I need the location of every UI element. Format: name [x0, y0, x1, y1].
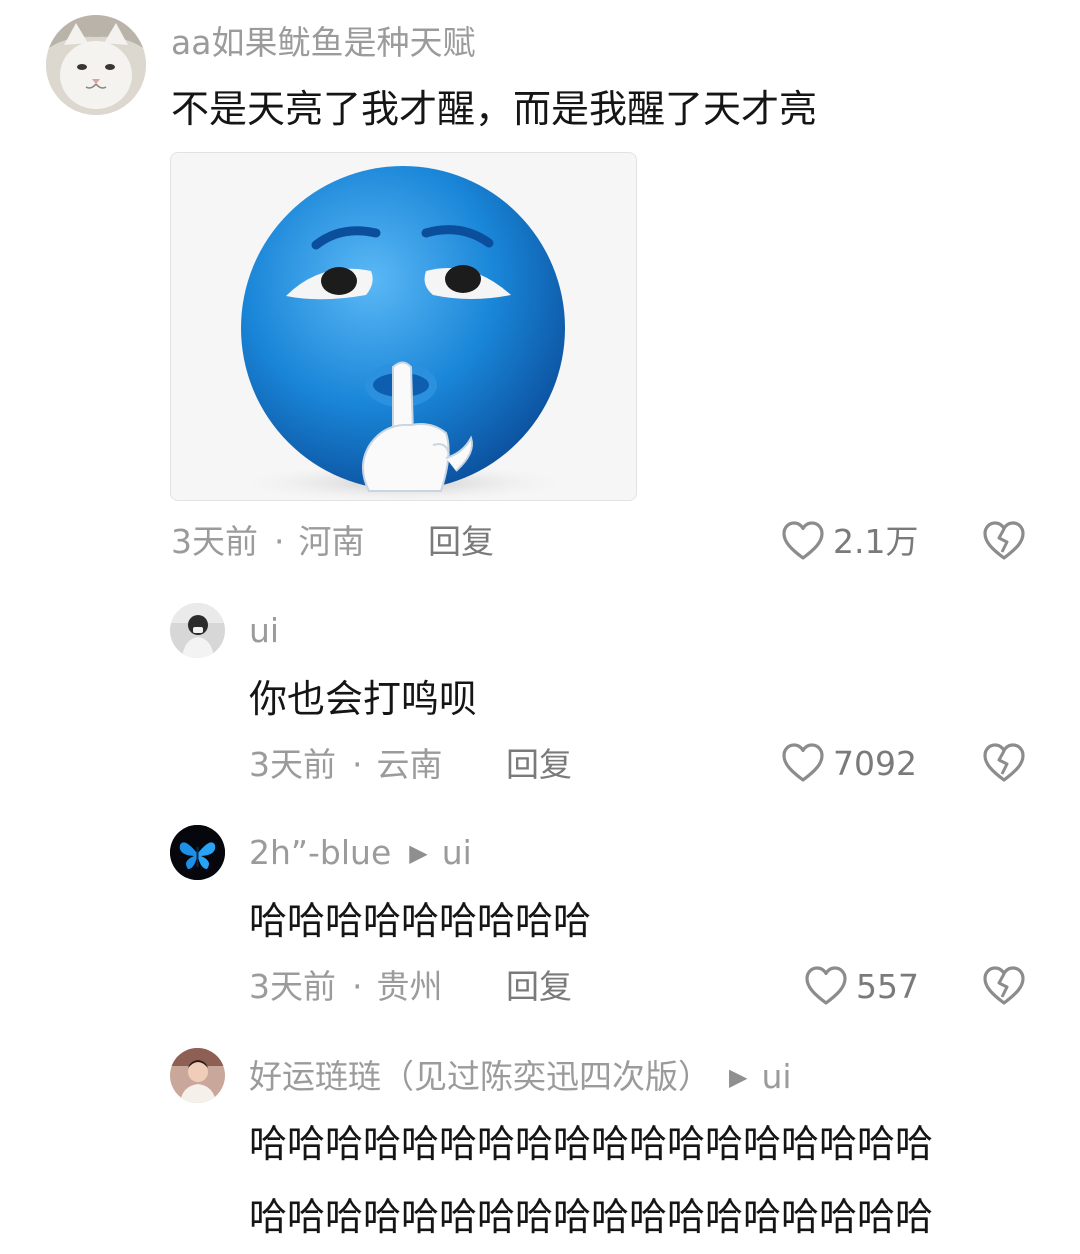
dislike-button[interactable]	[982, 520, 1026, 566]
avatar[interactable]	[170, 825, 225, 880]
comment-location: 贵州	[376, 967, 443, 1006]
comment-meta: 3天前 · 河南	[171, 525, 365, 558]
broken-heart-icon	[983, 743, 1025, 782]
comment-username[interactable]: 好运琏琏（见过陈奕迅四次版）	[249, 1057, 711, 1096]
comment-time: 3天前	[249, 967, 336, 1006]
cat-avatar-icon	[46, 15, 146, 115]
butterfly-avatar-icon	[170, 825, 225, 880]
comment-text: 不是天亮了我才醒，而是我醒了天才亮	[171, 87, 818, 131]
like-button[interactable]: 7092	[781, 742, 917, 784]
avatar[interactable]	[170, 603, 225, 658]
reply-arrow-icon: ▶	[729, 1063, 748, 1091]
comment-username-line: 2h”-blue ▶ ui	[249, 836, 472, 869]
comment-location: 云南	[376, 745, 443, 784]
comment-username[interactable]: 2h”-blue	[249, 833, 391, 872]
dislike-button[interactable]	[982, 965, 1026, 1011]
avatar[interactable]	[46, 15, 146, 115]
comment-username[interactable]: aa如果鱿鱼是种天赋	[171, 26, 475, 59]
comment-time: 3天前	[249, 745, 336, 784]
comment-location: 河南	[298, 522, 365, 561]
like-count: 2.1万	[833, 521, 919, 561]
blue-shush-emoji-icon	[171, 153, 636, 500]
reply-arrow-icon: ▶	[409, 839, 428, 867]
reply-button[interactable]: 回复	[506, 748, 572, 781]
dislike-button[interactable]	[982, 742, 1026, 788]
reply-button[interactable]: 回复	[506, 970, 572, 1003]
separator-dot: ·	[274, 522, 285, 561]
person-avatar-icon	[170, 603, 225, 658]
like-button[interactable]: 2.1万	[781, 520, 918, 562]
heart-icon	[782, 743, 824, 782]
comment-username-line: 好运琏琏（见过陈奕迅四次版） ▶ ui	[249, 1060, 792, 1093]
comment-meta: 3天前 · 贵州	[249, 970, 443, 1003]
reply-target-username[interactable]: ui	[442, 833, 472, 872]
reply-button[interactable]: 回复	[428, 525, 494, 558]
comment-text-line: 哈哈哈哈哈哈哈哈哈哈哈哈哈哈哈哈哈哈	[249, 1195, 934, 1239]
comment-text-line: 哈哈哈哈哈哈哈哈哈哈哈哈哈哈哈哈哈哈	[249, 1122, 934, 1166]
broken-heart-icon	[983, 966, 1025, 1005]
separator-dot: ·	[352, 745, 363, 784]
broken-heart-icon	[983, 521, 1025, 560]
separator-dot: ·	[352, 967, 363, 1006]
person-avatar-icon	[170, 1048, 225, 1103]
comment-text: 你也会打鸣呗	[249, 677, 478, 721]
comment-username[interactable]: ui	[249, 614, 279, 647]
like-count: 7092	[833, 743, 917, 783]
avatar[interactable]	[170, 1048, 225, 1103]
like-button[interactable]: 557	[804, 965, 919, 1007]
comment-time: 3天前	[171, 522, 258, 561]
comment-text: 哈哈哈哈哈哈哈哈哈	[249, 899, 592, 943]
comment-meta: 3天前 · 云南	[249, 748, 443, 781]
heart-icon	[805, 966, 847, 1005]
like-count: 557	[856, 966, 919, 1006]
reply-target-username[interactable]: ui	[761, 1057, 791, 1096]
heart-icon	[782, 521, 824, 560]
comment-image[interactable]	[170, 152, 637, 501]
